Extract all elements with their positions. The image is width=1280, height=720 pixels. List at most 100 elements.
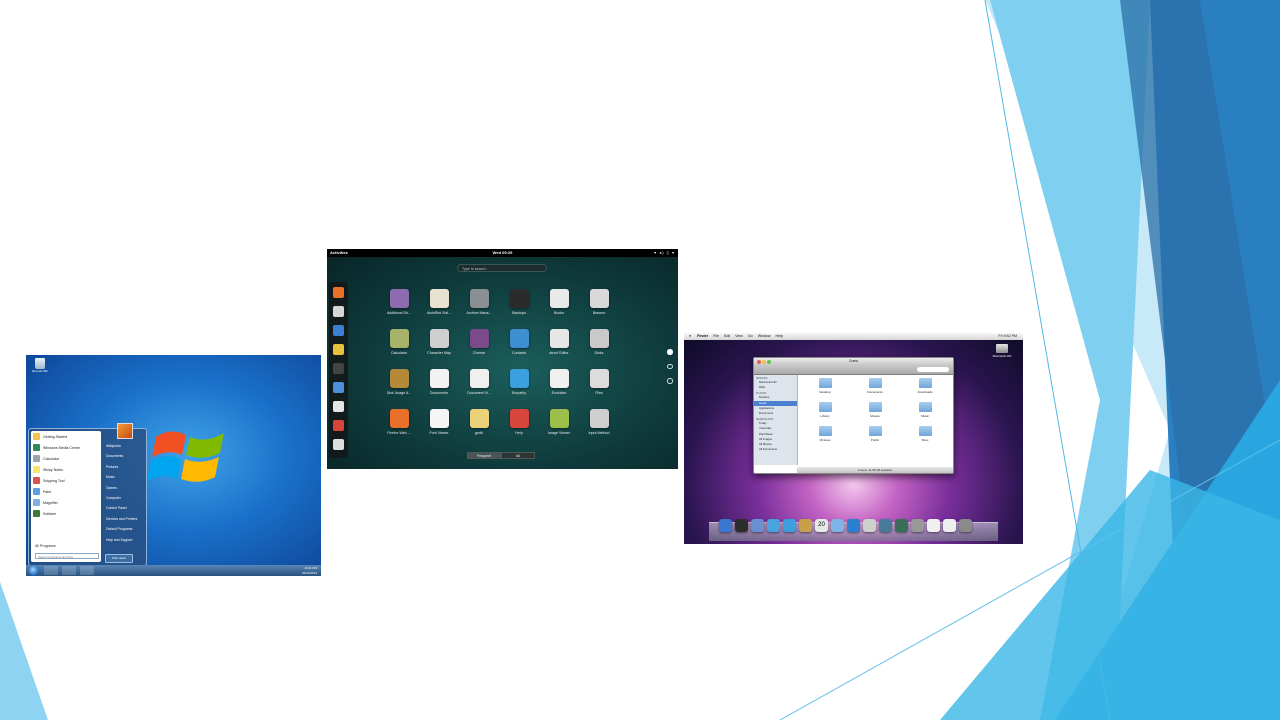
menu-help[interactable]: Help [775, 334, 782, 338]
folder-item[interactable]: Movies [850, 402, 900, 426]
menu-view[interactable]: View [735, 334, 743, 338]
start-menu-place[interactable]: Pictures [104, 462, 144, 472]
all-programs-link[interactable]: All Programs [35, 544, 56, 548]
start-menu-place[interactable]: Help and Support [104, 535, 144, 545]
app-launcher[interactable]: Backups [499, 289, 539, 329]
app-launcher[interactable]: Additional Dri... [379, 289, 419, 329]
app-launcher[interactable]: Brasero [579, 289, 619, 329]
app-launcher[interactable]: dconf Editor [539, 329, 579, 369]
dock-app-icon[interactable] [879, 519, 892, 532]
page-dot[interactable] [667, 363, 673, 369]
app-launcher[interactable]: Documents [419, 369, 459, 409]
menu-file[interactable]: File [713, 334, 719, 338]
taskbar-media-player-icon[interactable] [80, 566, 94, 575]
start-menu-item[interactable]: Calculator [31, 453, 101, 464]
app-launcher[interactable]: Document Vi... [459, 369, 499, 409]
sidebar-item[interactable]: All Documents [754, 447, 797, 452]
dock-app-icon[interactable] [783, 519, 796, 532]
start-menu-item[interactable]: Windows Media Center [31, 442, 101, 453]
menu-finder[interactable]: Finder [697, 334, 708, 338]
app-launcher[interactable]: Books [539, 289, 579, 329]
app-launcher[interactable]: Firefox Web ... [379, 409, 419, 449]
dock-app-icon[interactable] [943, 519, 956, 532]
close-button[interactable] [757, 359, 761, 364]
dash-app-icon[interactable] [333, 401, 344, 412]
app-launcher[interactable]: Files [579, 369, 619, 409]
taskbar-clock[interactable]: 10:11 PM 01/23/2013 [302, 566, 317, 575]
menu-go[interactable]: Go [748, 334, 753, 338]
start-menu-place[interactable]: Control Panel [104, 503, 144, 513]
start-menu-place[interactable]: Music [104, 472, 144, 482]
start-menu-item[interactable]: Solitaire [31, 508, 101, 519]
start-orb-button[interactable] [29, 565, 39, 576]
dock-app-icon[interactable] [767, 519, 780, 532]
start-menu-place[interactable]: Games [104, 483, 144, 493]
dock-app-icon[interactable] [927, 519, 940, 532]
start-menu-place[interactable]: Documents [104, 451, 144, 461]
dash-app-icon[interactable] [333, 325, 344, 336]
frequent-tab[interactable]: Frequent [467, 452, 501, 459]
app-launcher[interactable]: AisleRiot Soli... [419, 289, 459, 329]
dash-app-icon[interactable] [333, 420, 344, 431]
dock-app-icon[interactable] [735, 519, 748, 532]
folder-item[interactable]: Pictures [800, 426, 850, 450]
system-tray-icons[interactable]: ▾ ◂) ▯ ▾ [654, 249, 675, 257]
start-menu-item[interactable]: Getting Started [31, 431, 101, 442]
folder-item[interactable]: Downloads [900, 378, 950, 402]
app-launcher[interactable]: Font Viewer [419, 409, 459, 449]
dock-app-icon[interactable] [847, 519, 860, 532]
menu-window[interactable]: Window [758, 334, 771, 338]
shutdown-button[interactable]: Shut down [105, 554, 133, 563]
start-menu-item[interactable]: Paint [31, 486, 101, 497]
folder-item[interactable]: Desktop [800, 378, 850, 402]
folder-item[interactable]: Public [850, 426, 900, 450]
recycle-bin-icon[interactable]: Recycle Bin [30, 358, 50, 373]
dock-app-icon[interactable] [831, 519, 844, 532]
macintosh-hd-icon[interactable]: Macintosh HD [991, 344, 1013, 358]
page-dot[interactable] [667, 349, 673, 355]
app-launcher[interactable]: Contacts [499, 329, 539, 369]
start-menu-place[interactable]: Devices and Printers [104, 514, 144, 524]
folder-item[interactable]: Sites [900, 426, 950, 450]
folder-item[interactable]: Library [800, 402, 850, 426]
all-tab[interactable]: All [501, 452, 535, 459]
dock-app-icon[interactable] [895, 519, 908, 532]
start-menu-place[interactable]: Computer [104, 493, 144, 503]
folder-item[interactable]: Music [900, 402, 950, 426]
dash-app-icon[interactable] [333, 363, 344, 374]
dash-app-icon[interactable] [333, 287, 344, 298]
gnome-clock[interactable]: Wed 09:25 [327, 249, 678, 257]
dock-app-icon[interactable] [863, 519, 876, 532]
menu-edit[interactable]: Edit [724, 334, 730, 338]
app-launcher[interactable]: gedit [459, 409, 499, 449]
sidebar-item[interactable]: iDisk [754, 385, 797, 390]
dash-app-icon[interactable] [333, 344, 344, 355]
start-search-input[interactable]: Search programs and files [35, 553, 99, 559]
zoom-button[interactable] [767, 359, 771, 364]
dock-app-icon[interactable] [959, 519, 972, 532]
app-launcher[interactable]: Help [499, 409, 539, 449]
app-launcher[interactable]: Archive Mana... [459, 289, 499, 329]
taskbar-explorer-icon[interactable] [62, 566, 76, 575]
dock-calendar-icon[interactable]: 20 [815, 519, 828, 532]
app-launcher[interactable]: Disks [579, 329, 619, 369]
start-menu-place[interactable]: Default Programs [104, 524, 144, 534]
start-menu-item[interactable]: Magnifier [31, 497, 101, 508]
folder-item[interactable]: Documents [850, 378, 900, 402]
app-launcher[interactable]: Empathy [499, 369, 539, 409]
start-menu-place[interactable]: Wikipedia [104, 441, 144, 451]
app-launcher[interactable]: Image Viewer [539, 409, 579, 449]
app-launcher[interactable]: Input Method [579, 409, 619, 449]
page-dot[interactable] [667, 378, 673, 384]
app-launcher[interactable]: Cheese [459, 329, 499, 369]
app-launcher[interactable]: Character Map [419, 329, 459, 369]
taskbar-ie-icon[interactable] [44, 566, 58, 575]
user-avatar[interactable] [117, 423, 133, 439]
dash-app-icon[interactable] [333, 439, 344, 450]
sidebar-item[interactable]: Documents [754, 411, 797, 416]
gnome-search-input[interactable]: Type to search... [457, 264, 547, 272]
app-launcher[interactable]: Evolution [539, 369, 579, 409]
app-launcher[interactable]: Disk Usage A... [379, 369, 419, 409]
dock-app-icon[interactable] [751, 519, 764, 532]
dash-app-icon[interactable] [333, 306, 344, 317]
